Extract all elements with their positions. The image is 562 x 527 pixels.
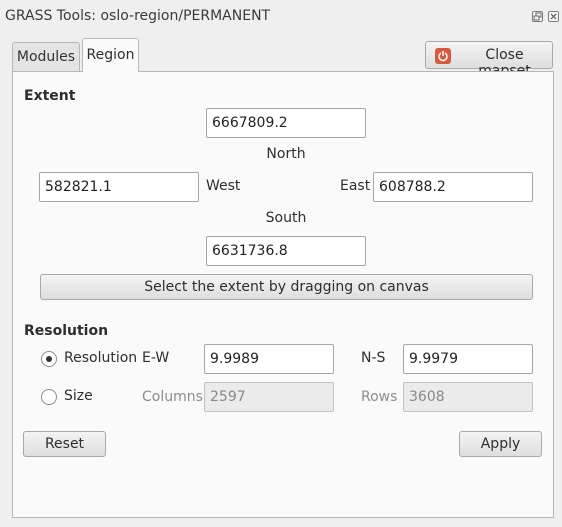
size-radio[interactable] [41,389,57,405]
columns-label: Columns [142,389,203,405]
apply-button[interactable]: Apply [459,431,542,457]
resolution-radio-label[interactable]: Resolution [64,350,137,366]
power-icon [435,48,451,64]
resolution-heading: Resolution [24,323,109,339]
east-label: East [340,178,371,194]
west-input[interactable] [39,172,199,202]
rows-label: Rows [361,389,398,405]
close-mapset-button[interactable]: Close mapset [425,41,553,79]
size-radio-label[interactable]: Size [64,388,93,404]
resolution-radio[interactable] [41,351,57,367]
close-icon [550,13,557,20]
south-label: South [265,210,307,226]
ew-label: E-W [142,350,170,366]
restore-icon [533,12,542,21]
window-title: GRASS Tools: oslo-region/PERMANENT [5,8,271,24]
north-input[interactable] [206,108,366,138]
west-label: West [206,178,241,194]
float-window-button[interactable] [532,11,543,22]
tab-modules[interactable]: Modules [12,42,80,72]
ns-label: N-S [361,350,386,366]
ew-resolution-input[interactable] [204,344,334,374]
reset-button[interactable]: Reset [23,431,106,457]
select-extent-button[interactable]: Select the extent by dragging on canvas [40,274,533,300]
radio-selected-dot [46,356,52,362]
tab-region[interactable]: Region [82,38,139,72]
east-input[interactable] [373,172,533,202]
north-label: North [266,146,306,162]
south-input[interactable] [206,236,366,266]
extent-heading: Extent [24,88,76,104]
ns-resolution-input[interactable] [403,344,533,374]
columns-input[interactable] [204,382,334,412]
close-window-button[interactable] [548,11,559,22]
rows-input[interactable] [403,382,533,412]
